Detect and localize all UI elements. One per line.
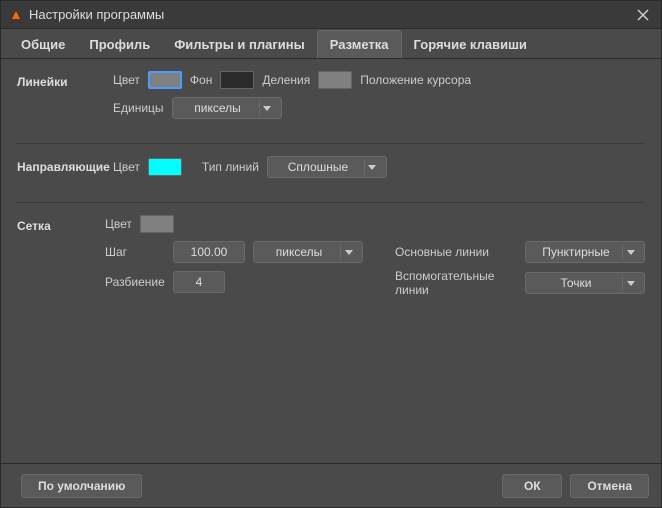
- grid-units-value: пикселы: [264, 245, 334, 259]
- guides-linetype-value: Сплошные: [278, 160, 358, 174]
- rulers-cursor-label: Положение курсора: [360, 73, 471, 87]
- chevron-down-icon: [259, 100, 275, 116]
- ok-button[interactable]: ОК: [502, 474, 562, 498]
- grid-mainlines-value: Пунктирные: [536, 245, 616, 259]
- guides-label: Направляющие: [17, 156, 113, 186]
- window-title: Настройки программы: [29, 7, 633, 22]
- chevron-down-icon: [364, 159, 380, 175]
- divider: [17, 202, 645, 203]
- grid-step-label: Шаг: [105, 245, 165, 259]
- footer: По умолчанию ОК Отмена: [1, 463, 661, 507]
- chevron-down-icon: [340, 244, 356, 260]
- tab-general[interactable]: Общие: [9, 31, 77, 58]
- cancel-button[interactable]: Отмена: [570, 474, 649, 498]
- guides-linetype-dropdown[interactable]: Сплошные: [267, 156, 387, 178]
- close-icon[interactable]: [633, 5, 653, 25]
- section-grid: Сетка Цвет Шаг пикселы: [17, 215, 645, 303]
- content-area: Линейки Цвет Фон Деления Положение курсо…: [1, 59, 661, 463]
- tab-hotkeys[interactable]: Горячие клавиши: [402, 31, 539, 58]
- grid-color-swatch[interactable]: [140, 215, 174, 233]
- section-guides: Направляющие Цвет Тип линий Сплошные: [17, 156, 645, 186]
- grid-units-dropdown[interactable]: пикселы: [253, 241, 363, 263]
- rulers-divisions-swatch[interactable]: [318, 71, 352, 89]
- grid-auxlines-label: Вспомогательные линии: [395, 269, 515, 297]
- guides-linetype-label: Тип линий: [202, 160, 259, 174]
- rulers-bg-swatch[interactable]: [220, 71, 254, 89]
- guides-color-swatch[interactable]: [148, 158, 182, 176]
- grid-color-label: Цвет: [105, 217, 132, 231]
- grid-subdiv-label: Разбиение: [105, 275, 165, 289]
- grid-step-input[interactable]: [173, 241, 245, 263]
- chevron-down-icon: [622, 275, 638, 291]
- grid-auxlines-dropdown[interactable]: Точки: [525, 272, 645, 294]
- tab-markup[interactable]: Разметка: [317, 30, 402, 58]
- grid-auxlines-value: Точки: [536, 276, 616, 290]
- settings-window: Настройки программы Общие Профиль Фильтр…: [0, 0, 662, 508]
- tab-bar: Общие Профиль Фильтры и плагины Разметка…: [1, 29, 661, 59]
- tab-profile[interactable]: Профиль: [77, 31, 162, 58]
- defaults-button[interactable]: По умолчанию: [21, 474, 142, 498]
- rulers-bg-label: Фон: [190, 73, 212, 87]
- titlebar: Настройки программы: [1, 1, 661, 29]
- guides-color-label: Цвет: [113, 160, 140, 174]
- chevron-down-icon: [622, 244, 638, 260]
- grid-mainlines-dropdown[interactable]: Пунктирные: [525, 241, 645, 263]
- rulers-divisions-label: Деления: [262, 73, 310, 87]
- rulers-units-label: Единицы: [113, 101, 164, 115]
- rulers-label: Линейки: [17, 71, 113, 127]
- rulers-units-value: пикселы: [183, 101, 253, 115]
- divider: [17, 143, 645, 144]
- section-rulers: Линейки Цвет Фон Деления Положение курсо…: [17, 71, 645, 127]
- rulers-units-dropdown[interactable]: пикселы: [172, 97, 282, 119]
- grid-mainlines-label: Основные линии: [395, 245, 515, 259]
- tab-filters[interactable]: Фильтры и плагины: [162, 31, 317, 58]
- rulers-color-swatch[interactable]: [148, 71, 182, 89]
- app-icon: [9, 8, 23, 22]
- grid-subdiv-input[interactable]: [173, 271, 225, 293]
- rulers-color-label: Цвет: [113, 73, 140, 87]
- grid-label: Сетка: [17, 215, 105, 303]
